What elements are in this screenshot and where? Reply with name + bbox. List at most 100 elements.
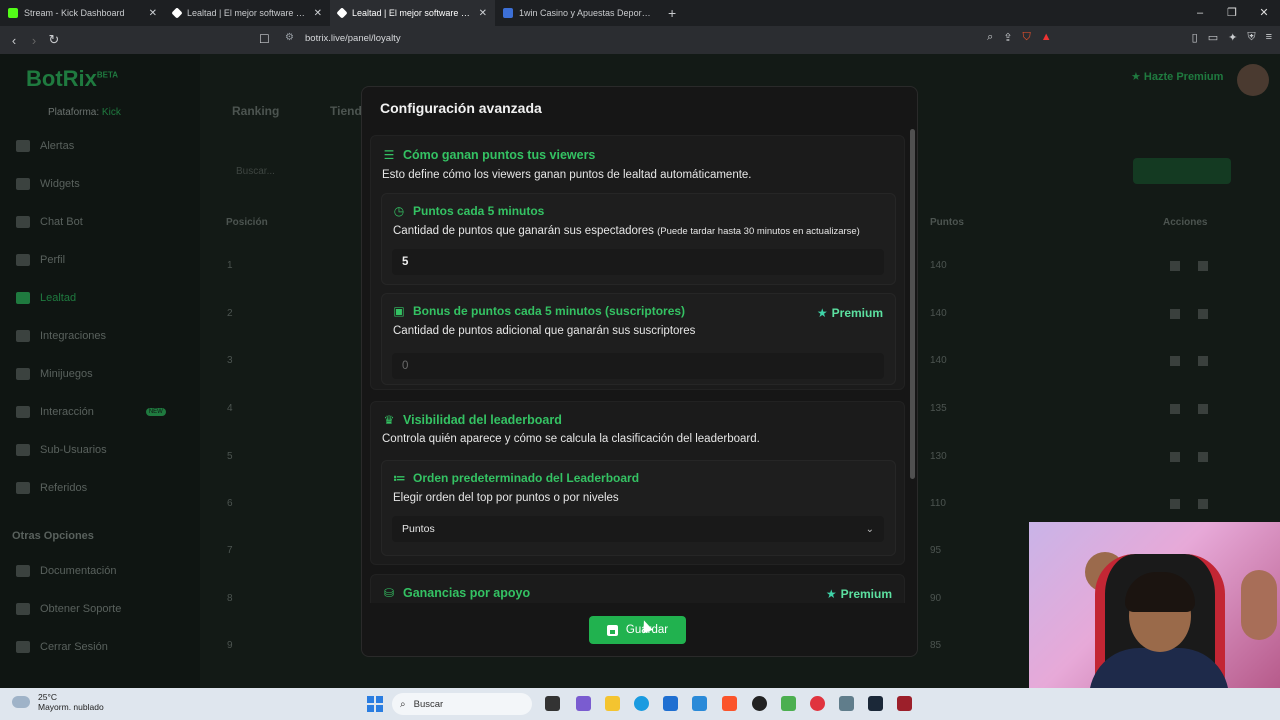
close-tab-icon[interactable]: ✕ [314,8,322,19]
browser-tab-active[interactable]: Lealtad | El mejor software para p ✕ [330,0,495,26]
leo-ai-icon[interactable]: ✦ [1228,31,1237,44]
row-points: 110 [930,498,946,509]
menu-icon[interactable]: ≡ [1266,31,1272,44]
modal-title: Configuración avanzada [380,100,542,116]
browser-toolbar-icons: ⌕ ⇪ ⛉ ▲ ▯ ▭ ✦ ⛨ ≡ [987,31,1272,44]
reload-icon[interactable]: ↻ [44,32,64,48]
sidebar-item-referidos[interactable]: Referidos [0,478,200,498]
docs-icon [16,565,30,577]
tab-ranking[interactable]: Ranking [232,104,279,118]
minimize-icon[interactable]: – [1184,0,1216,26]
steam-icon[interactable] [868,696,883,711]
file-explorer-icon[interactable] [605,696,620,711]
card-desc-text: Cantidad de puntos que ganarán sus espec… [393,225,654,237]
sidebar-item-minijuegos[interactable]: Minijuegos [0,364,200,384]
vpn-icon[interactable]: ⛨ [1247,31,1255,44]
delete-icon[interactable] [1198,452,1208,462]
search-input[interactable]: Buscar... [236,166,275,177]
task-view-icon[interactable] [545,696,560,711]
sidebar-item-soporte[interactable]: Obtener Soporte [0,599,200,619]
delete-icon[interactable] [1198,499,1208,509]
premium-badge[interactable]: ★ Premium [826,587,892,601]
new-tab-button[interactable]: + [668,5,676,21]
profile-icon [16,254,30,266]
edit-icon[interactable] [1170,499,1180,509]
section-title: ⛁ Ganancias por apoyo [383,586,530,600]
save-button[interactable]: Guardar [589,616,686,644]
opera-icon[interactable] [810,696,825,711]
site-info-icon[interactable]: ⚙ [285,32,294,43]
wallet-icon[interactable]: ▭ [1208,31,1218,44]
bookmark-icon[interactable]: ☐ [259,32,270,46]
edge-icon[interactable] [634,696,649,711]
weather-widget[interactable]: 25°C Mayorm. nublado [12,692,104,712]
brave-icon[interactable] [722,696,737,711]
app-icon[interactable] [897,696,912,711]
forward-icon[interactable]: › [24,33,44,48]
store-icon[interactable] [663,696,678,711]
edit-icon[interactable] [1170,404,1180,414]
avatar[interactable] [1237,64,1269,96]
window-controls: – ❐ ✕ [1184,0,1280,26]
sidebar-icon[interactable]: ▯ [1192,31,1198,44]
obs-icon[interactable] [752,696,767,711]
sidebar-item-integraciones[interactable]: Integraciones [0,326,200,346]
delete-icon[interactable] [1198,261,1208,271]
modal-scrollbar[interactable] [910,129,915,479]
leaderboard-order-select[interactable]: Puntos ⌄ [392,516,884,542]
brave-rewards-icon[interactable]: ▲ [1041,31,1052,44]
delete-icon[interactable] [1198,356,1208,366]
close-window-icon[interactable]: ✕ [1248,0,1280,26]
sidebar-item-interaccion[interactable]: Interacción NEW [0,402,200,422]
taskbar-search[interactable]: ⌕ Buscar [392,693,532,715]
sidebar-item-label: Minijuegos [40,368,93,380]
star-icon: ★ [816,306,828,320]
sidebar-item-lealtad[interactable]: Lealtad [0,288,200,308]
sidebar-item-sub-usuarios[interactable]: Sub-Usuarios [0,440,200,460]
app-icon[interactable] [576,696,591,711]
close-tab-icon[interactable]: ✕ [149,8,157,19]
url-field[interactable]: botrix.live/panel/loyalty [305,33,401,44]
browser-tab[interactable]: Lealtad | El mejor software para pote ✕ [165,0,330,26]
sidebar-item-alertas[interactable]: Alertas [0,136,200,156]
edit-icon[interactable] [1170,452,1180,462]
kick-favicon-icon [8,8,18,18]
sidebar-item-label: Obtener Soporte [40,603,122,615]
back-icon[interactable]: ‹ [4,33,24,48]
sidebar-item-perfil[interactable]: Perfil [0,250,200,270]
edit-icon[interactable] [1170,356,1180,366]
loyalty-icon [16,292,30,304]
premium-badge[interactable]: ★ Premium [817,306,883,320]
select-value: Puntos [402,523,435,535]
configure-button[interactable] [1133,158,1231,184]
browser-tab[interactable]: 1win Casino y Apuestas Deportivas C [495,0,660,26]
restore-icon[interactable]: ❐ [1216,0,1248,26]
edit-icon[interactable] [1170,309,1180,319]
sidebar-item-widgets[interactable]: Widgets [0,174,200,194]
delete-icon[interactable] [1198,309,1208,319]
card-title: ▣ Bonus de puntos cada 5 minutos (suscrip… [393,304,685,318]
delete-icon[interactable] [1198,404,1208,414]
row-position: 2 [227,308,233,319]
sidebar-item-chat-bot[interactable]: Chat Bot [0,212,200,232]
sidebar-item-documentacion[interactable]: Documentación [0,561,200,581]
botrix-logo[interactable]: BotRixBETA [26,66,118,92]
platform-label: Plataforma: [48,107,100,118]
windows-start-icon[interactable] [367,696,383,712]
points-input[interactable]: 5 [392,249,884,275]
row-points: 140 [930,260,947,271]
calculator-icon[interactable] [839,696,854,711]
app-icon[interactable] [692,696,707,711]
brave-shield-icon[interactable]: ⛉ [1023,31,1031,44]
app-icon[interactable] [781,696,796,711]
edit-icon[interactable] [1170,261,1180,271]
close-tab-icon[interactable]: ✕ [479,8,487,19]
tab-label: Stream - Kick Dashboard [24,8,125,18]
premium-link[interactable]: ★ Hazte Premium [1131,70,1223,83]
zoom-icon[interactable]: ⌕ [987,31,993,44]
share-icon[interactable]: ⇪ [1003,31,1012,44]
sidebar-item-cerrar-sesion[interactable]: Cerrar Sesión [0,637,200,657]
botrix-favicon-icon [336,7,348,19]
browser-tab[interactable]: Stream - Kick Dashboard ✕ [0,0,165,26]
gift-icon: ▣ [393,304,405,318]
